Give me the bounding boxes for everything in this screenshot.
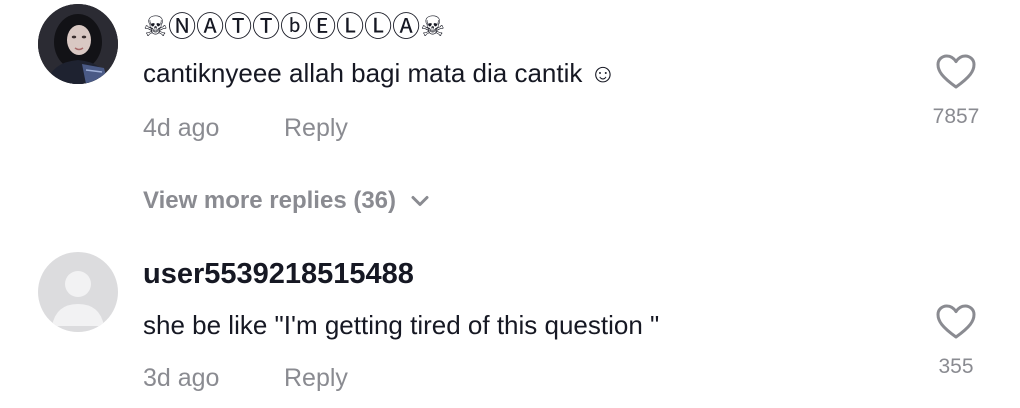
heart-outline-icon: [936, 54, 976, 89]
avatar[interactable]: [38, 252, 118, 332]
comment-text: cantiknyeee allah bagi mata dia cantik ☺: [143, 58, 617, 88]
view-more-replies-label: View more replies (36): [143, 187, 397, 214]
comment-text: she be like "I'm getting tired of this q…: [143, 310, 660, 340]
reply-button[interactable]: Reply: [284, 364, 348, 393]
like-count: 7857: [932, 105, 980, 128]
like-button[interactable]: [934, 302, 978, 342]
reply-button[interactable]: Reply: [284, 114, 348, 143]
avatar-photo: [38, 4, 118, 84]
comment-username[interactable]: ☠ⓃⒶⓉⓉⓑⒺⓁⓁⒶ☠: [143, 5, 445, 45]
comment-timestamp: 3d ago: [143, 364, 220, 392]
chevron-down-icon: [411, 196, 429, 206]
like-count: 355: [938, 355, 974, 378]
comment-timestamp: 4d ago: [143, 114, 220, 142]
comment-item: user5539218515488 she be like "I'm getti…: [0, 240, 1020, 408]
comment-item: ☠ⓃⒶⓉⓉⓑⒺⓁⓁⒶ☠ cantiknyeee allah bagi mata …: [0, 0, 1020, 180]
heart-outline-icon: [936, 304, 976, 339]
view-more-replies-button[interactable]: View more replies (36): [143, 184, 430, 218]
default-user-icon: [38, 252, 118, 332]
comment-username[interactable]: user5539218515488: [143, 258, 414, 291]
avatar[interactable]: [38, 4, 118, 84]
like-button[interactable]: [934, 52, 978, 92]
